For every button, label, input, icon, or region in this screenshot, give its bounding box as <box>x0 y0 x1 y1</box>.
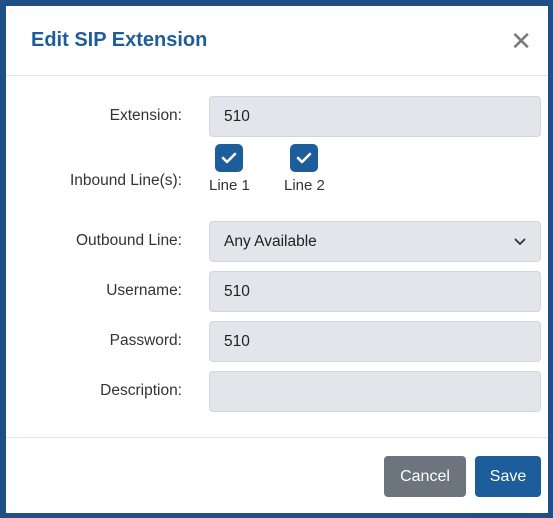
checkmark-icon <box>222 152 237 164</box>
dialog-header: Edit SIP Extension ✕ <box>6 6 548 76</box>
save-button[interactable]: Save <box>475 456 541 497</box>
line-1-label: Line 1 <box>209 177 250 194</box>
dialog-body: Extension: 510 Inbound Line(s): Line 1 L… <box>6 76 548 436</box>
line-2-label: Line 2 <box>284 177 325 194</box>
close-icon[interactable]: ✕ <box>504 26 538 56</box>
chevron-down-icon <box>514 222 526 261</box>
description-field[interactable] <box>209 371 541 412</box>
checkmark-icon <box>297 152 312 164</box>
dialog-title: Edit SIP Extension <box>31 29 208 51</box>
password-field[interactable]: 510 <box>209 321 541 362</box>
footer-divider <box>6 437 548 438</box>
description-label: Description: <box>100 382 182 399</box>
username-label: Username: <box>106 282 182 299</box>
outbound-line-value: Any Available <box>224 233 317 250</box>
inbound-line-1[interactable]: Line 1 <box>209 144 250 194</box>
password-label: Password: <box>109 332 182 349</box>
line-1-checkbox[interactable] <box>215 144 244 172</box>
username-field[interactable]: 510 <box>209 271 541 312</box>
inbound-lines-label: Inbound Line(s): <box>69 172 182 189</box>
line-2-checkbox[interactable] <box>290 144 319 172</box>
edit-sip-extension-dialog: Edit SIP Extension ✕ Extension: 510 Inbo… <box>6 6 548 513</box>
cancel-button[interactable]: Cancel <box>384 456 466 497</box>
extension-label: Extension: <box>109 107 182 124</box>
inbound-line-2[interactable]: Line 2 <box>284 144 325 194</box>
extension-field[interactable]: 510 <box>209 96 541 137</box>
outbound-line-label: Outbound Line: <box>75 232 182 249</box>
outbound-line-select[interactable]: Any Available <box>209 221 541 262</box>
